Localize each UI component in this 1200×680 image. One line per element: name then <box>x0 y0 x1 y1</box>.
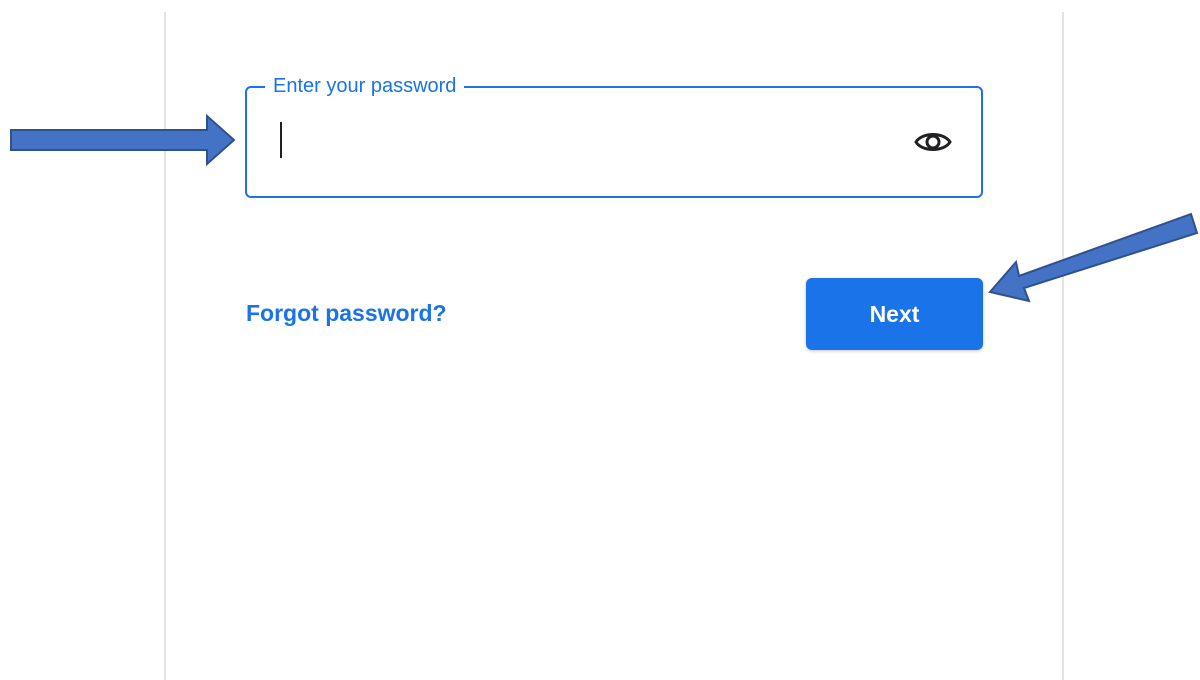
forgot-password-link[interactable]: Forgot password? <box>246 298 447 328</box>
password-input[interactable] <box>277 112 877 170</box>
show-password-toggle[interactable] <box>911 122 955 162</box>
eye-icon <box>914 133 952 151</box>
text-cursor <box>280 122 282 158</box>
sign-in-page: Enter your password Forgot password? Nex… <box>0 0 1200 680</box>
password-field-label: Enter your password <box>265 73 465 99</box>
next-button[interactable]: Next <box>806 278 983 350</box>
password-field[interactable]: Enter your password <box>245 73 983 198</box>
